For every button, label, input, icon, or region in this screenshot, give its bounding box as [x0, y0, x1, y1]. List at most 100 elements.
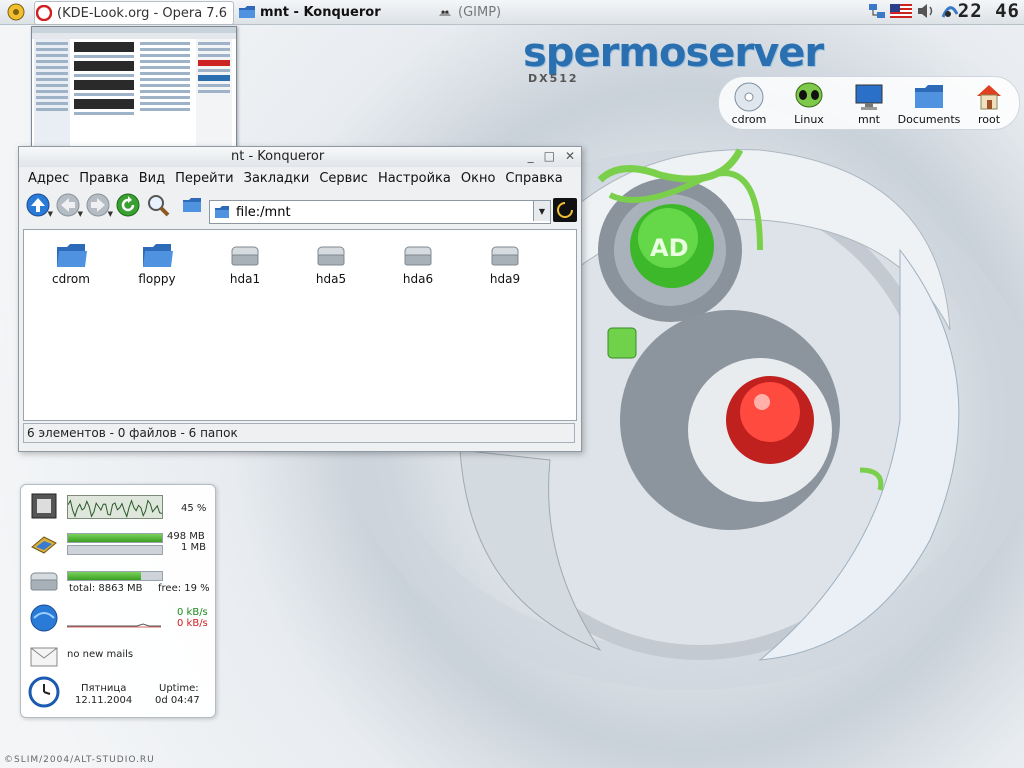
globe-icon [27, 601, 61, 635]
network-row: 0 kB/s 0 kB/s [27, 601, 211, 637]
memory-module-icon [27, 527, 61, 561]
folder-icon [183, 198, 201, 212]
disk-total: total: 8863 MB [69, 583, 143, 594]
find-button[interactable] [145, 192, 171, 218]
menu-window[interactable]: Окно [456, 171, 501, 186]
desktop-icon-label: Documents [897, 113, 961, 126]
file-item-label: floppy [138, 272, 176, 286]
task-konqueror[interactable]: mnt - Konqueror [238, 1, 428, 23]
volume-icon[interactable] [916, 2, 936, 23]
file-item-hda9[interactable]: hda9 [470, 240, 540, 286]
desktop-icon-bar: cdrom Linux mnt Documents root [718, 76, 1020, 130]
close-icon[interactable]: ✕ [565, 149, 575, 163]
ad-badge-text: AD [650, 234, 689, 262]
desktop-icon-mnt[interactable]: mnt [840, 81, 898, 126]
weekday: Пятница [81, 683, 127, 694]
menubar: Адрес Правка Вид Перейти Закладки Сервис… [19, 167, 581, 189]
location-bar[interactable]: ▼ [209, 200, 551, 224]
desktop-icon-label: root [977, 113, 1001, 126]
file-item-label: cdrom [52, 272, 90, 286]
menu-go[interactable]: Перейти [170, 171, 239, 186]
menu-bookmarks[interactable]: Закладки [239, 171, 315, 186]
folder-icon [54, 240, 88, 272]
maximize-icon[interactable]: □ [544, 149, 555, 163]
network-icon[interactable] [868, 2, 886, 23]
file-item-hda6[interactable]: hda6 [383, 240, 453, 286]
file-item-hda1[interactable]: hda1 [210, 240, 280, 286]
menu-edit[interactable]: Правка [74, 171, 133, 186]
uptime-label: Uptime: [159, 683, 199, 694]
disk-bar [67, 571, 163, 581]
location-folder-icon [215, 206, 229, 218]
location-input[interactable] [234, 203, 528, 221]
menu-help[interactable]: Справка [500, 171, 567, 186]
cdrom-icon [732, 81, 766, 113]
status-text: 6 элементов - 0 файлов - 6 папок [27, 426, 238, 440]
task-gimp[interactable]: (GIMP) [436, 1, 616, 23]
hard-drive-icon [401, 240, 435, 272]
file-item-label: hda6 [402, 272, 434, 286]
net-in-rate: 0 kB/s [177, 607, 208, 618]
menu-address[interactable]: Адрес [23, 171, 74, 186]
file-item-hda5[interactable]: hda5 [296, 240, 366, 286]
file-item-cdrom[interactable]: cdrom [36, 240, 106, 286]
memory-bar-fill [68, 534, 162, 542]
brand-logo-text: spermoserver [523, 30, 824, 76]
mail-status: no new mails [67, 649, 134, 660]
back-arrow-icon [56, 193, 80, 217]
uptime-value: 0d 04:47 [155, 695, 200, 706]
keyboard-layout-flag-icon[interactable] [890, 4, 912, 21]
desktop-icon-linux[interactable]: Linux [780, 81, 838, 126]
menu-settings[interactable]: Настройка [373, 171, 456, 186]
location-dropdown-icon[interactable]: ▼ [533, 201, 550, 221]
window-buttons: _ □ ✕ [528, 149, 575, 163]
memory-used: 498 MB [167, 531, 205, 542]
konqueror-titlebar[interactable]: nt - Konqueror _ □ ✕ [19, 147, 581, 167]
mail-row: no new mails [27, 639, 211, 673]
task-gimp-label: (GIMP) [458, 4, 502, 20]
task-opera[interactable]: (KDE-Look.org - Opera 7.6 [34, 1, 234, 25]
reload-button[interactable] [115, 192, 141, 218]
file-view[interactable]: cdrom floppy hda1 hda5 hda6 hda9 [23, 229, 577, 421]
konqueror-throbber[interactable] [553, 198, 577, 222]
up-button[interactable]: ▼ [25, 192, 53, 218]
folder-icon [912, 81, 946, 113]
date-uptime-row: Пятница 12.11.2004 Uptime: 0d 04:47 [27, 675, 211, 713]
cpu-row: 45 % [27, 489, 211, 525]
desktop-icon-documents[interactable]: Documents [897, 81, 961, 126]
desktop-icon-cdrom[interactable]: cdrom [720, 81, 778, 126]
reload-icon [116, 193, 140, 217]
file-item-label: hda9 [489, 272, 521, 286]
up-arrow-icon [26, 193, 50, 217]
cpu-load-line [67, 499, 163, 519]
brand-model-text: DX512 [528, 72, 579, 85]
disk-row: total: 8863 MB free: 19 % [27, 565, 211, 599]
cpu-load-trace [67, 499, 163, 519]
menu-view[interactable]: Вид [134, 171, 170, 186]
memory-row: 498 MB 1 MB [27, 527, 211, 563]
magnifier-icon [148, 195, 170, 217]
status-bar: 6 элементов - 0 файлов - 6 папок [23, 423, 575, 443]
monitor-icon [852, 81, 886, 113]
top-panel: (KDE-Look.org - Opera 7.6 mnt - Konquero… [0, 0, 1024, 25]
opera-icon [35, 4, 53, 22]
forward-arrow-icon [86, 193, 110, 217]
back-button[interactable]: ▼ [55, 192, 83, 218]
menu-tools[interactable]: Сервис [314, 171, 373, 186]
kmenu-button[interactable] [2, 2, 30, 22]
network-traffic-graph [67, 623, 161, 628]
desktop-icon-root[interactable]: root [960, 81, 1018, 126]
hard-drive-icon [488, 240, 522, 272]
hard-drive-icon [314, 240, 348, 272]
envelope-icon [27, 639, 61, 673]
desktop-icon-label: Linux [794, 113, 824, 126]
hard-drive-icon [228, 240, 262, 272]
swap-used: 1 MB [181, 542, 207, 553]
file-item-floppy[interactable]: floppy [122, 240, 192, 286]
file-item-label: hda5 [315, 272, 347, 286]
forward-button[interactable]: ▼ [85, 192, 113, 218]
clock[interactable]: 22 46 [958, 0, 1020, 22]
kde-menu-icon [7, 3, 25, 21]
gimp-icon [436, 3, 454, 21]
minimize-icon[interactable]: _ [528, 149, 534, 163]
